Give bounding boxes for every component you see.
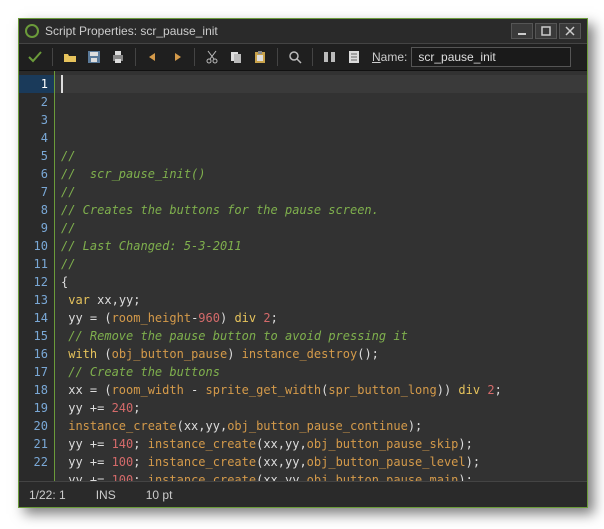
window-title: Script Properties: scr_pause_init: [45, 24, 505, 38]
window-buttons: [511, 23, 581, 39]
app-icon: [25, 24, 39, 38]
separator: [312, 48, 313, 66]
insert-mode: INS: [96, 488, 116, 502]
save-icon[interactable]: [84, 47, 104, 67]
name-input[interactable]: [411, 47, 571, 67]
window: Script Properties: scr_pause_init: [18, 18, 588, 508]
name-label: Name:: [372, 50, 407, 64]
close-button[interactable]: [559, 23, 581, 39]
open-icon[interactable]: [60, 47, 80, 67]
titlebar[interactable]: Script Properties: scr_pause_init: [19, 19, 587, 43]
current-line-highlight: [55, 75, 587, 93]
redo-icon[interactable]: [167, 47, 187, 67]
print-icon[interactable]: [108, 47, 128, 67]
line-gutter: 12345678910111213141516171819202122: [19, 71, 55, 481]
script-icon[interactable]: [344, 47, 364, 67]
undo-icon[interactable]: [143, 47, 163, 67]
toolbar: Name:: [19, 43, 587, 71]
confirm-icon[interactable]: [25, 47, 45, 67]
font-size: 10 pt: [146, 488, 173, 502]
copy-icon[interactable]: [226, 47, 246, 67]
separator: [277, 48, 278, 66]
cut-icon[interactable]: [202, 47, 222, 67]
code-editor[interactable]: 12345678910111213141516171819202122 ////…: [19, 71, 587, 481]
paste-icon[interactable]: [250, 47, 270, 67]
goto-icon[interactable]: [320, 47, 340, 67]
separator: [194, 48, 195, 66]
code-area[interactable]: //// scr_pause_init()//// Creates the bu…: [55, 71, 587, 481]
separator: [52, 48, 53, 66]
find-icon[interactable]: [285, 47, 305, 67]
text-cursor: [61, 75, 63, 93]
maximize-button[interactable]: [535, 23, 557, 39]
separator: [135, 48, 136, 66]
minimize-button[interactable]: [511, 23, 533, 39]
cursor-position: 1/22: 1: [29, 488, 66, 502]
status-bar: 1/22: 1 INS 10 pt: [19, 481, 587, 507]
